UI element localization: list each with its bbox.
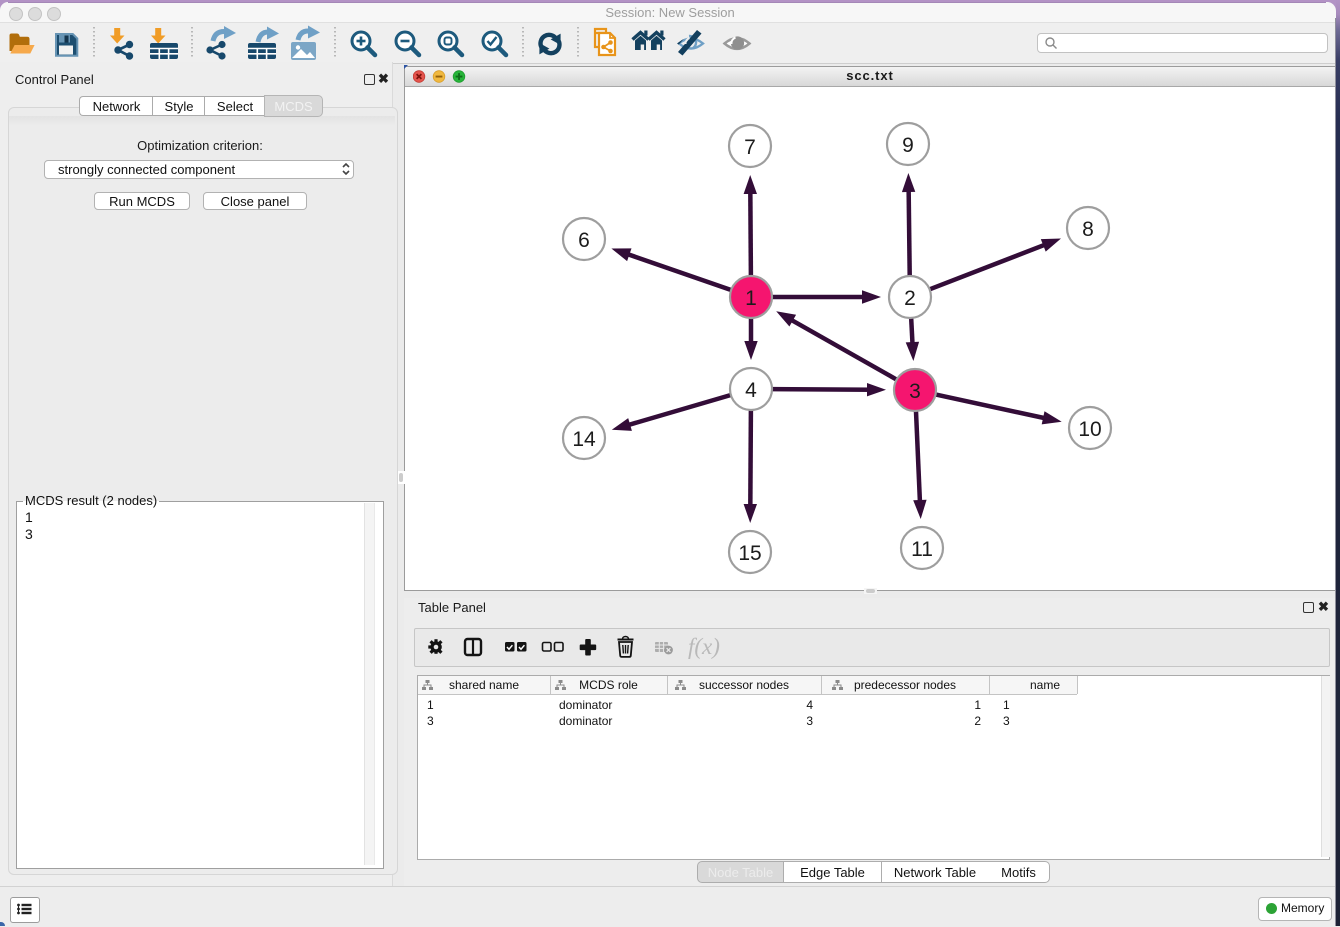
svg-text:2: 2 (904, 287, 916, 310)
svg-text:4: 4 (745, 379, 757, 402)
svg-text:15: 15 (738, 542, 761, 565)
svg-text:9: 9 (902, 134, 914, 157)
svg-text:3: 3 (909, 380, 921, 403)
svg-text:7: 7 (744, 136, 756, 159)
svg-text:1: 1 (745, 287, 757, 310)
svg-text:6: 6 (578, 229, 590, 252)
svg-text:11: 11 (911, 538, 933, 561)
svg-text:14: 14 (572, 428, 596, 451)
svg-text:f(x): f(x) (688, 634, 720, 659)
svg-text:10: 10 (1078, 418, 1101, 441)
svg-text:8: 8 (1082, 218, 1094, 241)
